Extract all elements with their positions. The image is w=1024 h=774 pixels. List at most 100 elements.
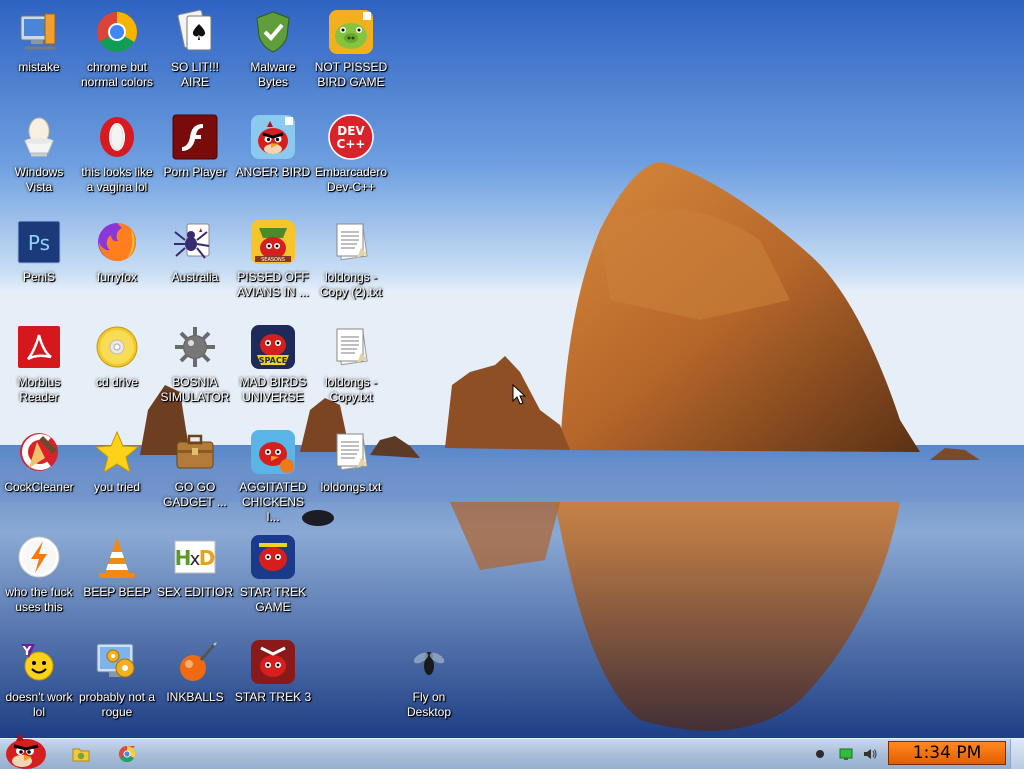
green-pig-icon [327, 8, 375, 56]
desktop-icon-label: AGGITATED CHICKENS I... [239, 480, 307, 524]
desktop-icon[interactable]: Windows Vista [0, 113, 78, 195]
ccleaner-icon [15, 428, 63, 476]
desktop-icon-label: who the fuck uses this [5, 585, 73, 614]
desktop-icon-label: Malware Bytes [250, 60, 296, 89]
desktop-icon-label: BOSNIA SIMULATOR [160, 375, 230, 404]
desktop-icon[interactable]: Australia [156, 218, 234, 285]
desktop-icon[interactable]: this looks like a vagina lol [78, 113, 156, 195]
desktop-icon-label: ANGER BIRD [235, 165, 311, 179]
text-file-icon [327, 428, 375, 476]
desktop-icon-label: mistake [18, 60, 60, 74]
desktop-icon-label: PeniS [22, 270, 56, 284]
desktop-icon[interactable]: Porn Player [156, 113, 234, 180]
angry-birds-rio-icon [249, 428, 297, 476]
inkball-icon [171, 638, 219, 686]
angry-birds-space-icon: SPACE [249, 323, 297, 371]
desktop-icon[interactable]: STAR TREK GAME [234, 533, 312, 615]
svg-text:SEASONS: SEASONS [261, 257, 285, 263]
desktop-icon-label: loldongs - Copy (2).txt [319, 270, 382, 299]
desktop-icon-label: Embarcadero Dev-C++ [314, 165, 388, 194]
desktop-icon-label: furryfox [96, 270, 137, 284]
desktop-icon-label: PISSED OFF AVIANS IN ... [237, 270, 309, 299]
taskbar-clock[interactable]: 1:34 PM [888, 741, 1006, 765]
briefcase-icon [171, 428, 219, 476]
angry-birds-seasons-icon: SEASONS [249, 218, 297, 266]
angry-birds-star-wars-2-icon [249, 638, 297, 686]
desktop-icon[interactable]: loldongs - Copy.txt [312, 323, 390, 405]
desktop-icon[interactable]: BEEP BEEP [78, 533, 156, 600]
playing-card-icon [171, 8, 219, 56]
desktop-icon[interactable]: cd drive [78, 323, 156, 390]
desktop-icon[interactable]: Malware Bytes [234, 8, 312, 90]
taskbar-explorer-button[interactable] [68, 742, 94, 766]
desktop-icon[interactable]: SPACE MAD BIRDS UNIVERSE [234, 323, 312, 405]
desktop-icon[interactable]: mistake [0, 8, 78, 75]
show-desktop-button[interactable] [1010, 739, 1024, 769]
desktop-icon-label: INKBALLS [166, 690, 224, 704]
desktop-icon[interactable]: AGGITATED CHICKENS I... [234, 428, 312, 525]
desktop-icon[interactable]: probably not a rogue [78, 638, 156, 720]
dev-cpp-icon: DEV C++ [327, 113, 375, 161]
desktop-icon[interactable]: SO LIT!!! AIRE [156, 8, 234, 90]
desktop-icon[interactable]: Ps PeniS [0, 218, 78, 285]
angry-birds-star-wars-icon [249, 533, 297, 581]
svg-text:Ps: Ps [28, 231, 50, 255]
svg-text:D: D [199, 546, 216, 570]
desktop-icon-label: STAR TREK GAME [239, 585, 307, 614]
desktop[interactable]: mistake chrome but normal colors SO LIT!!!… [0, 0, 1024, 738]
mouse-cursor-icon [512, 384, 526, 405]
desktop-icon[interactable]: GO GO GADGET ... [156, 428, 234, 510]
svg-text:Y: Y [22, 644, 32, 658]
desktop-icon-label: this looks like a vagina lol [81, 165, 153, 194]
desktop-icon[interactable]: Morbius Reader [0, 323, 78, 405]
record-dot-icon[interactable] [812, 746, 828, 762]
taskbar-chrome-button[interactable] [114, 742, 140, 766]
desktop-icon-label: doesn't work lol [5, 690, 73, 719]
photoshop-icon: Ps [15, 218, 63, 266]
hxd-editor-icon: HxD [171, 533, 219, 581]
desktop-icon-label: Windows Vista [14, 165, 64, 194]
desktop-icon-label: Australia [171, 270, 219, 284]
desktop-icon[interactable]: DEV C++ Embarcadero Dev-C++ [312, 113, 390, 195]
desktop-icon[interactable]: BOSNIA SIMULATOR [156, 323, 234, 405]
desktop-icon[interactable]: STAR TREK 3 [234, 638, 312, 705]
desktop-icon-label: STAR TREK 3 [234, 690, 312, 704]
start-button[interactable] [2, 731, 50, 769]
settings-monitor-icon [93, 638, 141, 686]
desktop-icon[interactable]: CockCleaner [0, 428, 78, 495]
svg-text:SPACE: SPACE [259, 356, 287, 365]
chrome-icon [118, 745, 136, 763]
desktop-icon-label: MAD BIRDS UNIVERSE [239, 375, 307, 404]
flash-icon [171, 113, 219, 161]
text-file-icon [327, 218, 375, 266]
desktop-icon[interactable]: chrome but normal colors [78, 8, 156, 90]
network-monitor-icon[interactable] [838, 746, 854, 762]
desktop-icon[interactable]: loldongs - Copy (2).txt [312, 218, 390, 300]
desktop-icon[interactable]: you tried [78, 428, 156, 495]
fly-icon [405, 638, 453, 686]
desktop-icon-label: loldongs.txt [320, 480, 382, 494]
desktop-icon-label: SEX EDITIOR [156, 585, 233, 599]
shield-icon [249, 8, 297, 56]
desktop-icon-label: Porn Player [163, 165, 227, 179]
monitor-tools-icon [15, 8, 63, 56]
yahoo-messenger-icon: Y [15, 638, 63, 686]
desktop-icon[interactable]: ANGER BIRD [234, 113, 312, 180]
desktop-icon[interactable]: Ydoesn't work lol [0, 638, 78, 720]
desktop-icon[interactable]: Hx D SEX EDITIOR [156, 533, 234, 600]
speaker-icon[interactable] [862, 746, 878, 762]
desktop-icon[interactable]: SEASONS PISSED OFF AVIANS IN ... [234, 218, 312, 300]
system-tray [806, 743, 886, 765]
desktop-icon[interactable]: loldongs.txt [312, 428, 390, 495]
desktop-icon-label: chrome but normal colors [80, 60, 154, 89]
desktop-icon[interactable]: INKBALLS [156, 638, 234, 705]
desktop-icon[interactable]: furryfox [78, 218, 156, 285]
taskbar: 1:34 PM [0, 733, 1024, 769]
desktop-icon[interactable]: NOT PISSED BIRD GAME [312, 8, 390, 90]
mine-icon [171, 323, 219, 371]
desktop-icon[interactable]: who the fuck uses this [0, 533, 78, 615]
text-file-icon [327, 323, 375, 371]
desktop-icon[interactable]: Fly on Desktop [390, 638, 468, 720]
desktop-icon-label: BEEP BEEP [83, 585, 151, 599]
svg-text:DEV: DEV [337, 124, 365, 138]
